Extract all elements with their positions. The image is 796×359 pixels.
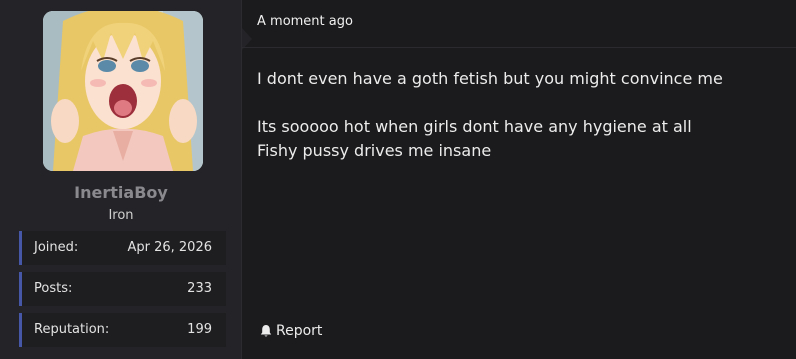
username[interactable]: InertiaBoy <box>0 183 242 202</box>
user-rank: Iron <box>108 208 134 223</box>
stat-reputation: Reputation: 199 <box>19 313 226 347</box>
stat-joined: Joined: Apr 26, 2026 <box>19 231 226 265</box>
stat-posts: Posts: 233 <box>19 272 226 306</box>
user-stats: Joined: Apr 26, 2026 Posts: 233 Reputati… <box>19 231 226 354</box>
forum-post: InertiaBoy Iron Joined: Apr 26, 2026 Pos… <box>0 0 796 359</box>
stat-value: 233 <box>187 281 212 296</box>
bell-icon <box>259 324 273 338</box>
stat-label: Joined: <box>34 240 79 255</box>
post-timestamp[interactable]: A moment ago <box>257 14 353 29</box>
user-info-panel: InertiaBoy Iron Joined: Apr 26, 2026 Pos… <box>0 0 242 359</box>
header-divider <box>242 47 796 48</box>
message-line: Its sooooo hot when girls dont have any … <box>257 117 692 136</box>
stat-value: Apr 26, 2026 <box>127 240 212 255</box>
stat-label: Posts: <box>34 281 73 296</box>
stat-value: 199 <box>187 322 212 337</box>
anime-avatar-image <box>43 11 203 171</box>
message-line: I dont even have a goth fetish but you m… <box>257 69 723 88</box>
report-button[interactable]: Report <box>259 323 322 339</box>
post-message: I dont even have a goth fetish but you m… <box>257 67 777 163</box>
stat-label: Reputation: <box>34 322 110 337</box>
message-line: Fishy pussy drives me insane <box>257 141 492 160</box>
report-label: Report <box>276 323 323 339</box>
user-avatar[interactable] <box>43 11 203 171</box>
